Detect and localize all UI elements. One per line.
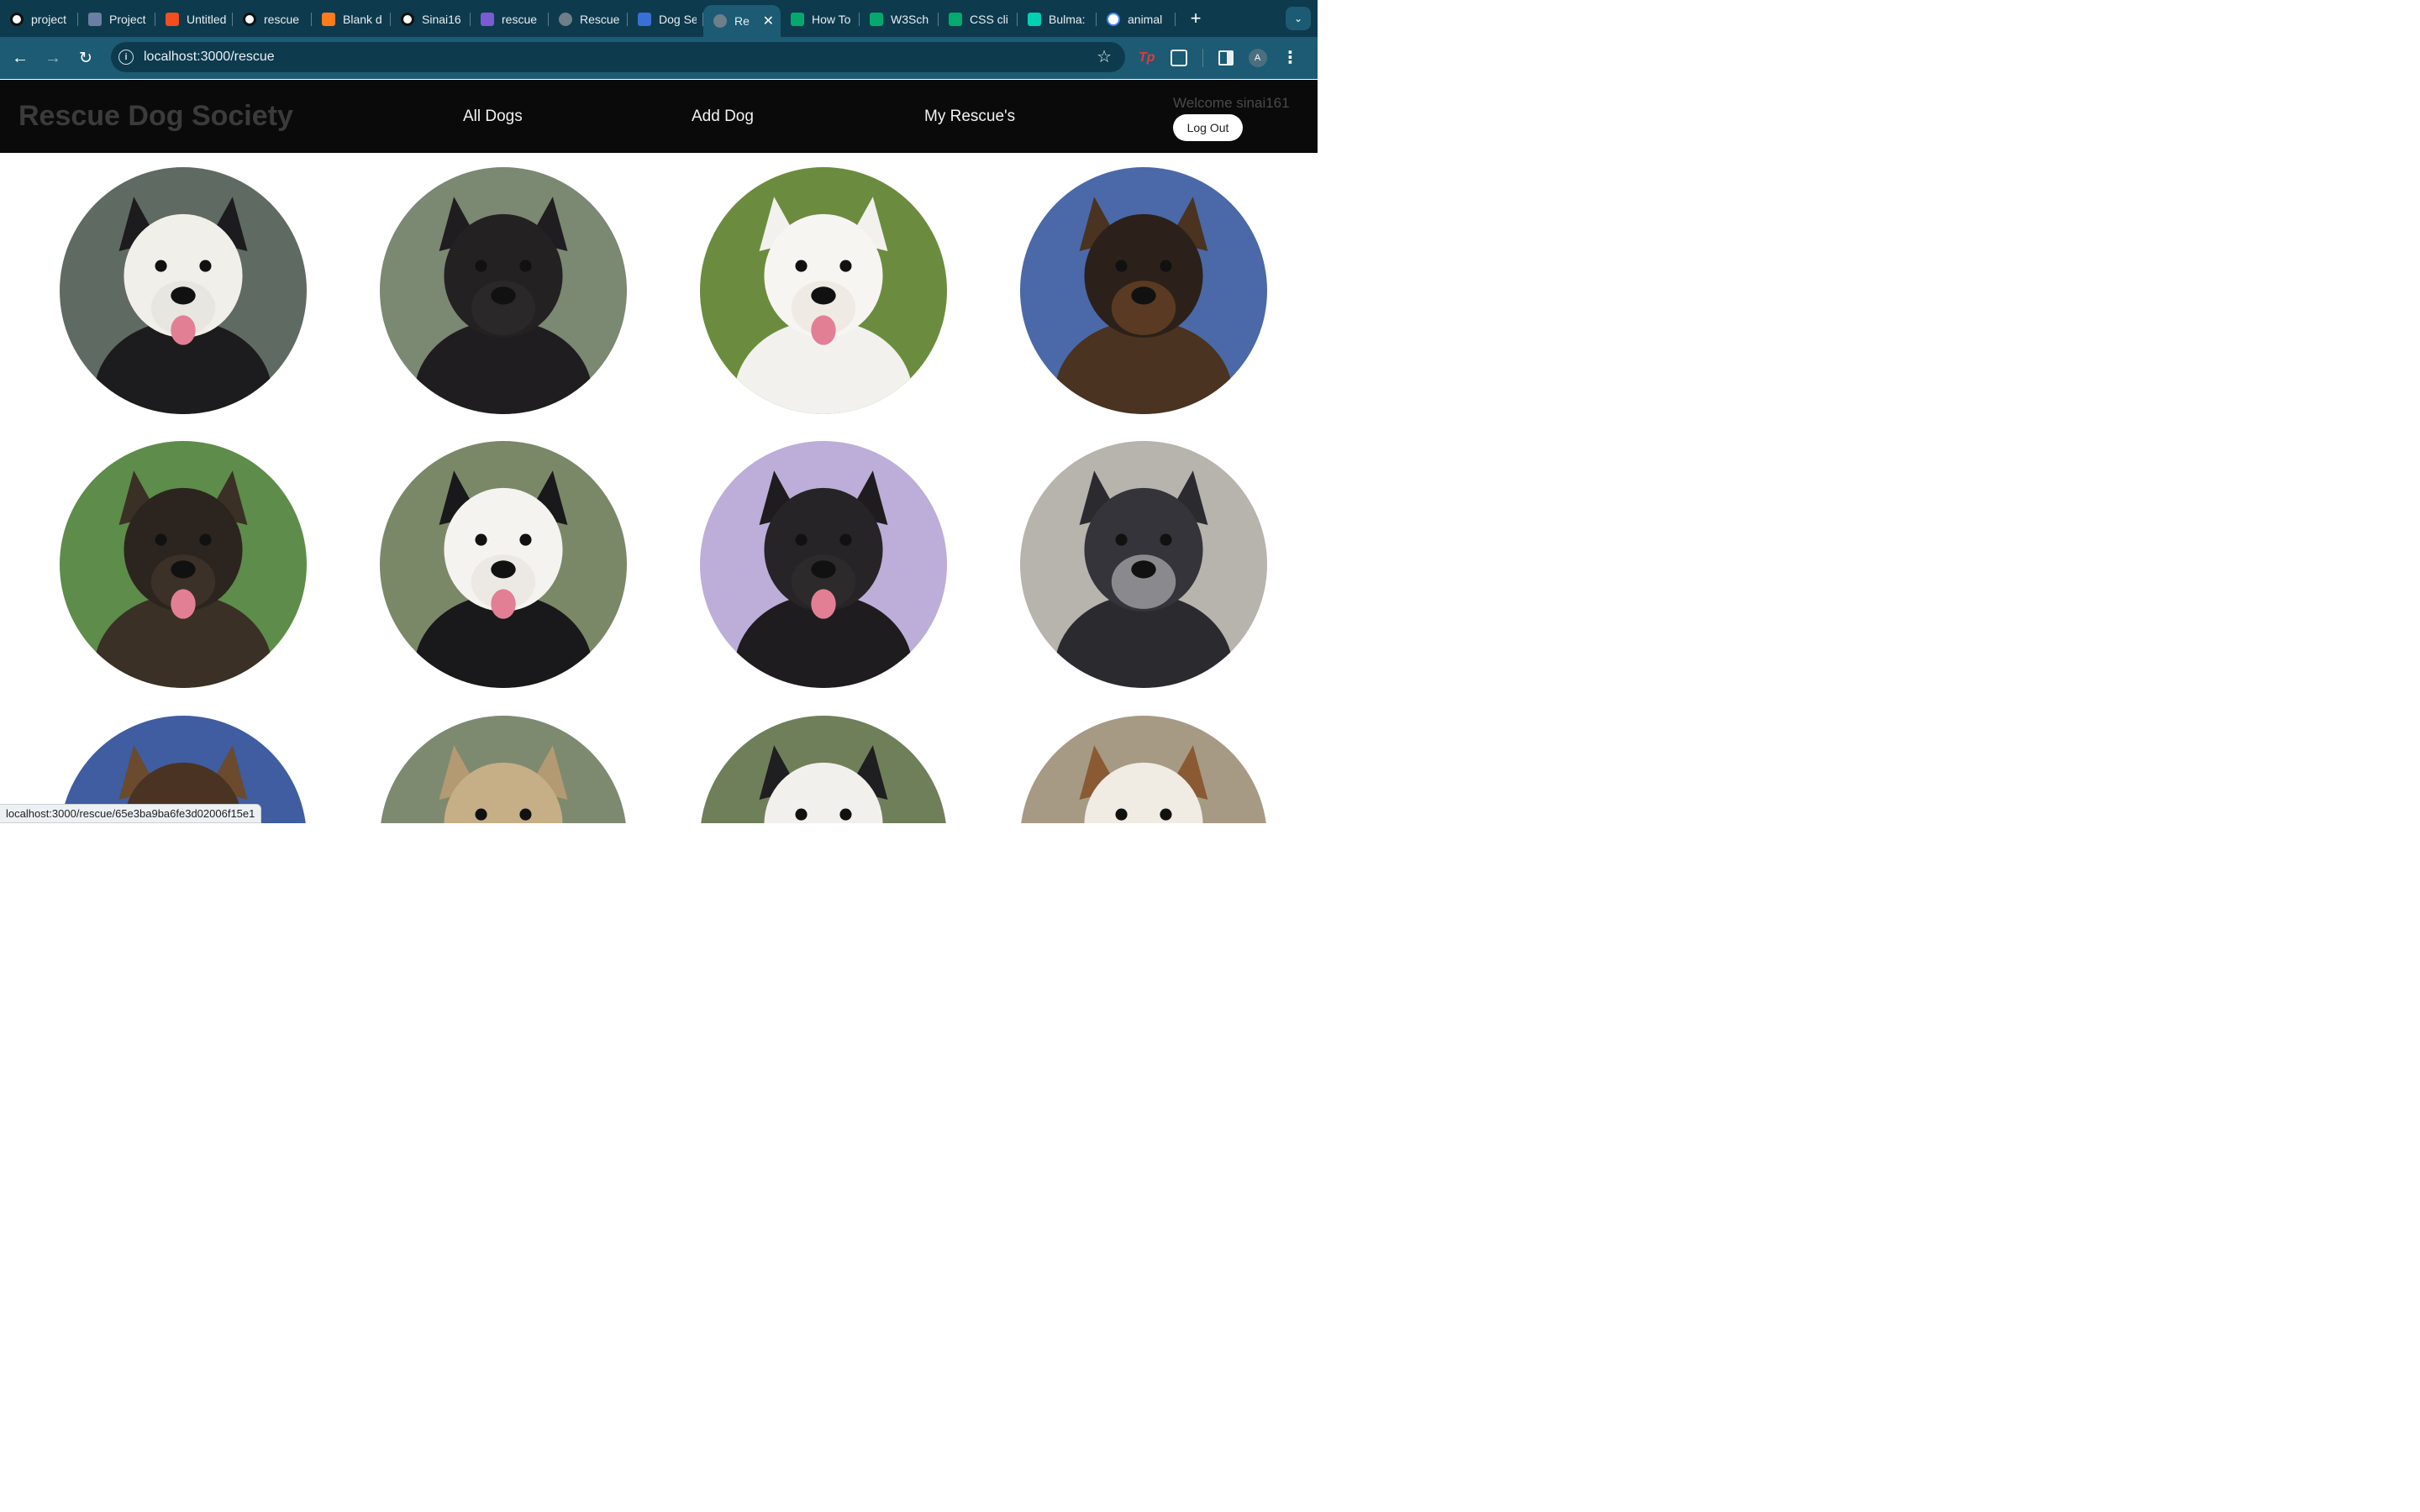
- w3schools-icon: [791, 13, 804, 26]
- bookmark-star-icon[interactable]: ☆: [1097, 46, 1112, 67]
- dog-photo-12[interactable]: [1020, 716, 1267, 823]
- site-info-icon[interactable]: i: [118, 50, 134, 65]
- dog-grid: [0, 153, 1318, 823]
- github-icon: [401, 13, 414, 26]
- browser-tab-title: rescue: [502, 13, 538, 26]
- browser-tab-title: Rescue: [580, 13, 620, 26]
- dog-photo-2[interactable]: [380, 167, 627, 414]
- back-arrow-icon[interactable]: ←: [8, 46, 32, 70]
- browser-tab[interactable]: Dog Se: [628, 5, 703, 34]
- browser-tab[interactable]: project: [0, 5, 78, 34]
- dog-photo-image: [380, 167, 627, 414]
- dog-photo-image: [60, 441, 307, 688]
- toolbar-actions: Tp A ⋮: [1139, 45, 1314, 71]
- browser-tab[interactable]: Untitled: [155, 5, 233, 34]
- extensions-puzzle-icon[interactable]: [1170, 50, 1187, 66]
- browser-tab-title: project: [31, 13, 67, 26]
- heroku-icon: [481, 13, 494, 26]
- dog-photo-3[interactable]: [700, 167, 947, 414]
- dog-photo-4[interactable]: [1020, 167, 1267, 414]
- dog-photo-7[interactable]: [700, 441, 947, 688]
- dog-photo-1[interactable]: [60, 167, 307, 414]
- browser-tab[interactable]: Bulma:: [1018, 5, 1097, 34]
- google-icon: [1107, 13, 1120, 26]
- browser-tab-title: Project: [109, 13, 146, 26]
- browser-tab-title: CSS cli: [970, 13, 1008, 26]
- reload-icon[interactable]: ↻: [74, 46, 97, 70]
- dog-photo-image: [700, 167, 947, 414]
- dog-photo-11[interactable]: [700, 716, 947, 823]
- blank-icon: [322, 13, 335, 26]
- dog-photo-10[interactable]: [380, 716, 627, 823]
- browser-tab-title: rescue: [264, 13, 300, 26]
- browser-tab[interactable]: CSS cli: [939, 5, 1018, 34]
- browser-tab[interactable]: Re ✕: [703, 5, 781, 37]
- dog-photo-image: [380, 716, 627, 823]
- figma-icon: [166, 13, 179, 26]
- dog-photo-image: [60, 167, 307, 414]
- dog-photo-image: [1020, 716, 1267, 823]
- browser-tab-title: Sinai16: [422, 13, 461, 26]
- trello-icon: [88, 13, 102, 26]
- dog-photo-5[interactable]: [60, 441, 307, 688]
- browser-tab-title: Dog Se: [659, 13, 697, 26]
- browser-tab[interactable]: Project: [78, 5, 155, 34]
- paw-icon: [638, 13, 651, 26]
- dog-photo-image: [1020, 167, 1267, 414]
- browser-tab-title: animal: [1128, 13, 1163, 26]
- browser-tab-strip: project Project Untitled rescue Blank d Sinai…: [0, 0, 1318, 37]
- forward-arrow-icon[interactable]: →: [41, 46, 65, 70]
- dog-photo-8[interactable]: [1020, 441, 1267, 688]
- browser-toolbar: ← → ↻ i localhost:3000/rescue ☆ Tp A ⋮: [0, 37, 1318, 79]
- dog-photo-image: [1020, 441, 1267, 688]
- dog-photo-6[interactable]: [380, 441, 627, 688]
- address-bar[interactable]: i localhost:3000/rescue ☆: [111, 42, 1125, 72]
- w3schools-icon: [870, 13, 883, 26]
- browser-tab[interactable]: How To: [781, 5, 860, 34]
- browser-tab[interactable]: rescue: [233, 5, 312, 34]
- side-panel-icon[interactable]: [1218, 50, 1234, 66]
- dog-photo-image: [380, 441, 627, 688]
- browser-tab-title: How To: [812, 13, 851, 26]
- logout-button[interactable]: Log Out: [1173, 114, 1243, 141]
- github-icon: [243, 13, 256, 26]
- browser-tab-title: Untitled: [187, 13, 226, 26]
- globe-icon: [713, 14, 727, 28]
- browser-tab[interactable]: animal: [1097, 5, 1176, 34]
- address-url[interactable]: localhost:3000/rescue: [144, 50, 275, 65]
- browser-tab-title: Re: [734, 14, 750, 28]
- browser-menu-icon[interactable]: ⋮: [1282, 50, 1299, 66]
- dog-photo-image: [700, 716, 947, 823]
- w3schools-icon: [949, 13, 962, 26]
- tab-search-chevron-icon[interactable]: ⌄: [1286, 7, 1311, 30]
- extension-tp-icon[interactable]: Tp: [1139, 50, 1155, 66]
- tab-list: project Project Untitled rescue Blank d Sinai…: [0, 0, 1176, 37]
- browser-tab[interactable]: Sinai16: [391, 5, 471, 34]
- bulma-icon: [1028, 13, 1041, 26]
- close-tab-icon[interactable]: ✕: [763, 13, 774, 29]
- dog-photo-image: [700, 441, 947, 688]
- browser-tab[interactable]: rescue: [471, 5, 549, 34]
- browser-tab[interactable]: Rescue: [549, 5, 628, 34]
- tab-separator: [1175, 13, 1176, 26]
- globe-icon: [559, 13, 572, 26]
- nav-all-dogs[interactable]: All Dogs: [463, 108, 523, 126]
- brand-title[interactable]: Rescue Dog Society: [18, 100, 293, 133]
- browser-tab-title: W3Sch: [891, 13, 929, 26]
- welcome-message: Welcome sinai161: [1173, 95, 1290, 111]
- profile-avatar[interactable]: A: [1248, 49, 1267, 67]
- nav-my-rescues[interactable]: My Rescue's: [924, 108, 1015, 126]
- toolbar-divider: [1202, 49, 1203, 67]
- new-tab-button[interactable]: +: [1186, 8, 1206, 29]
- nav-add-dog[interactable]: Add Dog: [692, 108, 754, 126]
- app-navbar: Rescue Dog Society All Dogs Add Dog My R…: [0, 80, 1318, 153]
- browser-tab[interactable]: W3Sch: [860, 5, 939, 34]
- github-icon: [10, 13, 24, 26]
- link-status-bar: localhost:3000/rescue/65e3ba9ba6fe3d0200…: [0, 804, 262, 823]
- browser-tab-title: Bulma:: [1049, 13, 1086, 26]
- browser-tab-title: Blank d: [343, 13, 382, 26]
- browser-tab[interactable]: Blank d: [312, 5, 391, 34]
